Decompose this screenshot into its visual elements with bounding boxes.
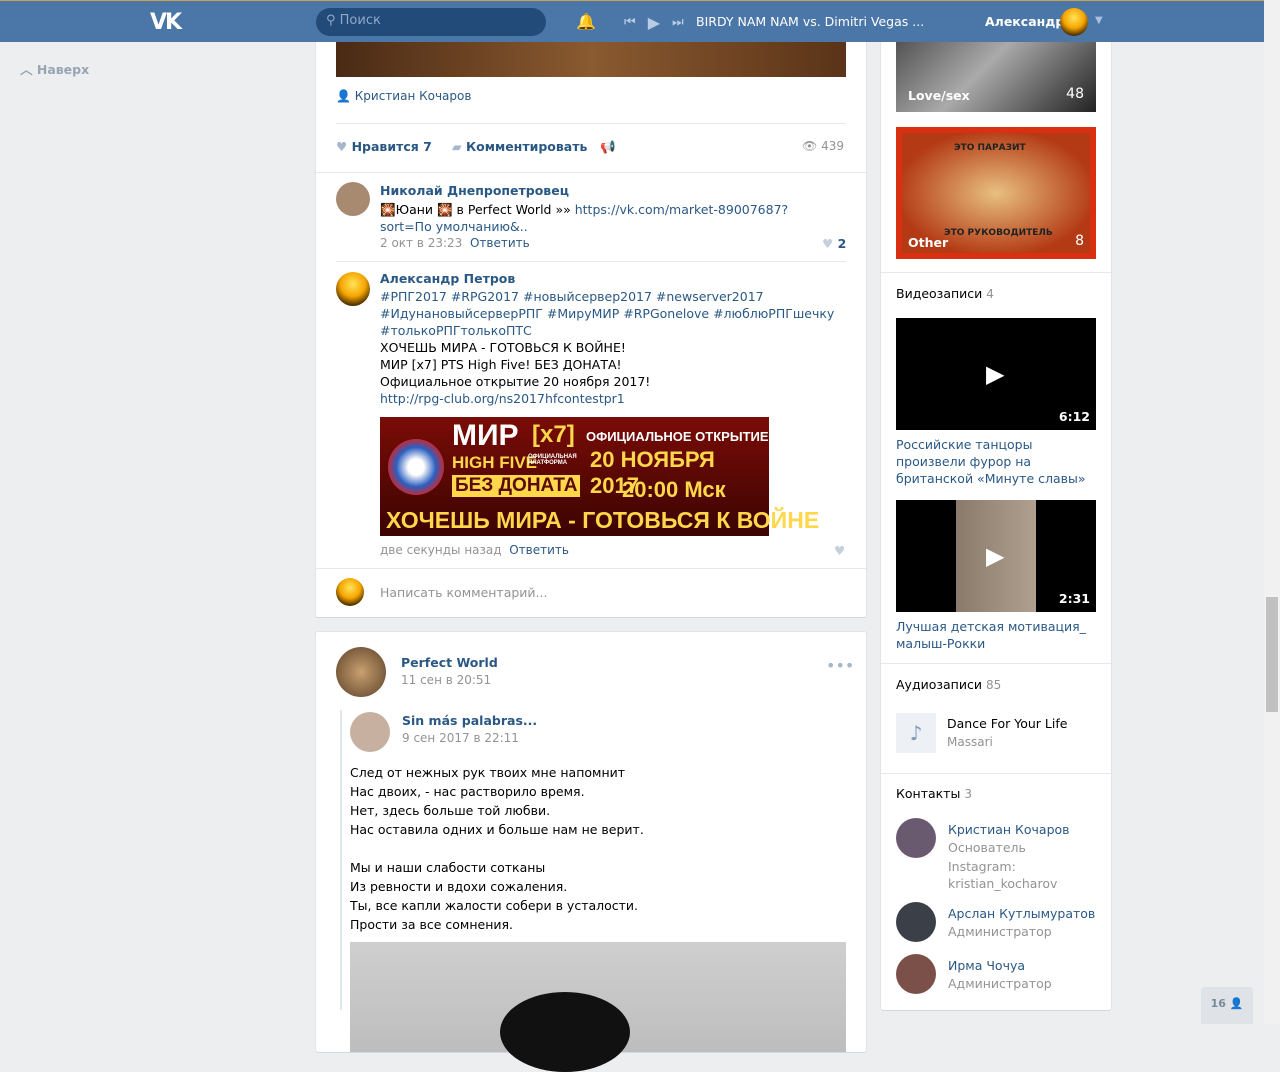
audio-player: ⏮ ▶ ⏭ bbox=[624, 13, 684, 32]
post-author[interactable]: Perfect World bbox=[401, 655, 498, 670]
user-name[interactable]: Александр bbox=[985, 14, 1064, 29]
my-avatar bbox=[336, 578, 364, 606]
previous-track-icon[interactable]: ⏮ bbox=[624, 15, 636, 30]
heart-icon: ♥ bbox=[336, 139, 352, 154]
comment-text: #РПГ2017 #RPG2017 #новыйсервер2017 #news… bbox=[380, 289, 835, 406]
play-icon[interactable]: ▶ bbox=[648, 13, 660, 32]
more-options-icon[interactable]: ••• bbox=[826, 656, 854, 675]
scroll-top-link[interactable]: ︿ Наверх bbox=[20, 59, 89, 78]
online-friends-button[interactable]: 16 👤 bbox=[1201, 987, 1253, 1024]
reply-button[interactable]: Ответить bbox=[470, 236, 530, 250]
contact-name[interactable]: Арслан Кутлымуратов bbox=[948, 905, 1098, 922]
post-card: Perfect World 11 сен в 20:51 ••• Sin más… bbox=[316, 632, 866, 1072]
comment-text: 🎇Юани 🎇 в Perfect World »» https://vk.co… bbox=[380, 202, 789, 234]
vk-logo[interactable]: VK bbox=[150, 10, 182, 35]
comment-date[interactable]: две секунды назад bbox=[380, 543, 502, 557]
share-icon[interactable]: 📢 bbox=[600, 139, 616, 155]
right-column: Love/sex 48 ЭТО ПАРАЗИТ ЭТО РУКОВОДИТЕЛЬ… bbox=[881, 0, 1111, 1010]
notifications-bell-icon[interactable]: 🔔 bbox=[576, 12, 596, 31]
comment-link[interactable]: https://vk.com/market-89007687?sort=По у… bbox=[380, 202, 788, 234]
post-text: След от нежных рук твоих мне напомнит Нас… bbox=[350, 765, 644, 932]
comment-like[interactable]: ♥ 2 bbox=[822, 236, 846, 251]
current-track[interactable]: BIRDY NAM NAM vs. Dimitri Vegas ... bbox=[696, 14, 924, 29]
repost-author[interactable]: Sin más palabras... bbox=[402, 713, 537, 728]
chevron-up-icon: ︿ bbox=[20, 62, 37, 77]
contact-name[interactable]: Кристиан Кочаров bbox=[948, 821, 1098, 838]
contacts-header[interactable]: Контакты 3 bbox=[896, 786, 972, 801]
user-avatar[interactable] bbox=[1060, 8, 1088, 36]
music-note-icon[interactable]: ♪ bbox=[896, 713, 936, 753]
post-card: 👤 Кристиан Кочаров ♥ Нравится 7 ▰ Коммен… bbox=[316, 0, 866, 617]
chevron-down-icon[interactable]: ▼ bbox=[1095, 15, 1103, 26]
contact-avatar[interactable] bbox=[896, 954, 936, 994]
comment-author[interactable]: Николай Днепропетровец bbox=[380, 183, 569, 198]
comment-avatar[interactable] bbox=[336, 272, 370, 306]
video-title[interactable]: Лучшая детская мотивация_ малыш-Рокки bbox=[896, 618, 1096, 652]
heart-icon[interactable]: ♥ bbox=[834, 543, 845, 558]
contact-avatar[interactable] bbox=[896, 818, 936, 858]
like-button[interactable]: ♥ Нравится 7 bbox=[336, 139, 432, 154]
audio-title[interactable]: Dance For Your Life bbox=[947, 716, 1067, 731]
repost-avatar[interactable] bbox=[350, 712, 390, 752]
user-icon: 👤 bbox=[1229, 997, 1244, 1010]
comment-button[interactable]: ▰ Комментировать bbox=[452, 139, 587, 154]
comment-avatar[interactable] bbox=[336, 182, 370, 216]
promo-banner[interactable]: МИР [x7] HIGH FIVE ОФИЦИАЛЬНАЯ ПЛАТФОРМА… bbox=[380, 417, 819, 536]
comment-icon: ▰ bbox=[452, 139, 466, 154]
play-icon: ▶ bbox=[986, 542, 1005, 570]
contact-name[interactable]: Ирма Чочуа bbox=[948, 957, 1098, 974]
emblem-icon bbox=[388, 439, 444, 495]
video-thumb[interactable]: ▶ 2:31 bbox=[896, 500, 1096, 612]
video-thumb[interactable]: ▶ 6:12 bbox=[896, 318, 1096, 430]
heart-icon: ♥ bbox=[822, 236, 838, 251]
eye-icon: 👁 bbox=[802, 139, 822, 153]
audio-artist[interactable]: Massari bbox=[947, 735, 993, 749]
contact-avatar[interactable] bbox=[896, 902, 936, 942]
album-other[interactable]: ЭТО ПАРАЗИТ ЭТО РУКОВОДИТЕЛЬ Other 8 bbox=[896, 127, 1096, 259]
audio-header[interactable]: Аудиозаписи 85 bbox=[896, 677, 1001, 692]
repost-date[interactable]: 9 сен 2017 в 22:11 bbox=[402, 731, 519, 745]
comment-date[interactable]: 2 окт в 23:23 bbox=[380, 236, 462, 250]
group-avatar[interactable] bbox=[336, 647, 386, 697]
play-icon: ▶ bbox=[986, 360, 1005, 388]
video-title[interactable]: Российские танцоры произвели фурор на бр… bbox=[896, 436, 1096, 487]
author-credit[interactable]: 👤 Кристиан Кочаров bbox=[336, 89, 471, 103]
comment-input[interactable]: Написать комментарий... bbox=[380, 585, 547, 600]
scrollbar-thumb[interactable] bbox=[1266, 597, 1278, 712]
views-count: 👁 439 bbox=[802, 139, 844, 153]
reply-button[interactable]: Ответить bbox=[509, 543, 569, 557]
post-date[interactable]: 11 сен в 20:51 bbox=[401, 673, 491, 687]
search-input[interactable]: ⚲ Поиск bbox=[316, 8, 546, 36]
next-track-icon[interactable]: ⏭ bbox=[672, 15, 684, 30]
top-bar: VK ⚲ Поиск 🔔 ⏮ ▶ ⏭ BIRDY NAM NAM vs. Dim… bbox=[0, 0, 1264, 42]
videos-header[interactable]: Видеозаписи 4 bbox=[896, 286, 994, 301]
comment-author[interactable]: Александр Петров bbox=[380, 271, 515, 286]
scrollbar[interactable] bbox=[1264, 0, 1280, 1024]
user-icon: 👤 bbox=[336, 89, 355, 103]
post-photo[interactable] bbox=[350, 942, 846, 1072]
search-icon: ⚲ bbox=[326, 13, 340, 28]
